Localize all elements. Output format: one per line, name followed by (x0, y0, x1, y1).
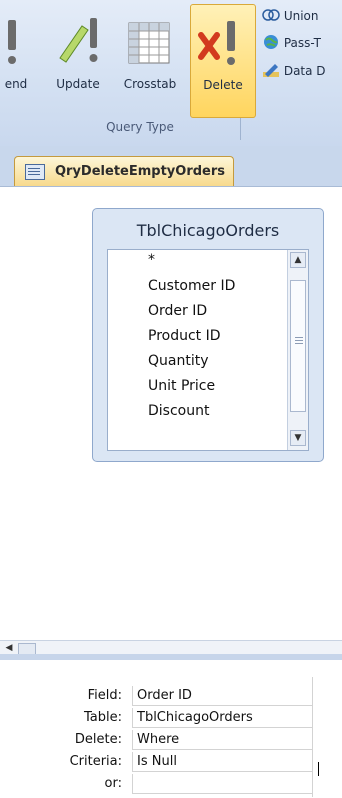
ribbon-group-divider (240, 118, 241, 140)
union-button[interactable]: Union (262, 8, 319, 23)
grid-column-2[interactable] (312, 677, 342, 797)
ribbon: end Update Crosstab Delete Union Pass-T … (0, 0, 342, 147)
grid-cell-field[interactable]: Order ID (132, 686, 312, 706)
grid-cell-table[interactable]: TblChicagoOrders (132, 708, 312, 728)
crosstab-query-icon (128, 22, 170, 64)
delete-query-icon (198, 21, 235, 65)
pass-through-button[interactable]: Pass-T (262, 34, 321, 50)
field-item[interactable]: * (148, 252, 155, 268)
row-label-field: Field: (87, 688, 122, 703)
crosstab-button-label: Crosstab (123, 77, 177, 91)
scroll-left-arrow-icon[interactable]: ◀ (2, 642, 16, 654)
grip-icon (295, 337, 303, 338)
data-definition-label: Data D (283, 64, 326, 78)
field-item[interactable]: Order ID (148, 303, 207, 319)
delete-button[interactable]: Delete (190, 4, 256, 118)
field-list-tblchicagoorders[interactable]: TblChicagoOrders * Customer ID Order ID … (92, 208, 324, 462)
row-label-or: or: (104, 776, 122, 791)
append-query-icon (8, 20, 16, 64)
field-item[interactable]: Discount (148, 403, 209, 419)
grid-cell-criteria[interactable]: Is Null (132, 752, 312, 772)
data-definition-icon (263, 64, 279, 77)
grid-cell-or[interactable] (132, 774, 312, 794)
pane-splitter[interactable] (0, 654, 342, 660)
query-tab-icon (25, 164, 45, 180)
row-label-criteria: Criteria: (69, 754, 122, 769)
tab-qry-delete-empty-orders[interactable]: QryDeleteEmptyOrders (14, 156, 234, 187)
delete-button-label: Delete (203, 78, 243, 92)
field-item[interactable]: Unit Price (148, 378, 215, 394)
scroll-down-arrow-icon[interactable]: ▼ (290, 430, 306, 446)
union-icon (262, 9, 280, 21)
pass-through-icon (264, 35, 278, 49)
tab-label: QryDeleteEmptyOrders (55, 164, 226, 179)
data-definition-button[interactable]: Data D (262, 62, 326, 78)
row-label-delete: Delete: (74, 732, 122, 747)
query-type-group-label: Query Type (106, 120, 174, 134)
text-cursor (318, 762, 319, 776)
field-list-title: TblChicagoOrders (136, 221, 280, 240)
field-list-scrollbar[interactable]: ▲ ▼ (287, 250, 308, 450)
crosstab-button[interactable]: Crosstab (114, 4, 186, 116)
union-label: Union (283, 9, 319, 23)
append-button[interactable]: end (0, 4, 38, 116)
field-item[interactable]: Product ID (148, 328, 221, 344)
field-list[interactable]: * Customer ID Order ID Product ID Quanti… (107, 249, 309, 451)
update-button-label: Update (56, 77, 100, 91)
design-horizontal-scrollbar[interactable]: ◀ (0, 640, 342, 655)
field-item[interactable]: Customer ID (148, 278, 235, 294)
pass-through-label: Pass-T (283, 36, 321, 50)
update-query-icon (59, 18, 98, 63)
append-button-label: end (4, 77, 28, 91)
row-label-table: Table: (84, 710, 122, 725)
scroll-thumb[interactable] (290, 280, 306, 412)
grid-cell-delete[interactable]: Where (132, 730, 312, 750)
field-item[interactable]: Quantity (148, 353, 209, 369)
scroll-up-arrow-icon[interactable]: ▲ (290, 252, 306, 268)
update-button[interactable]: Update (42, 4, 114, 116)
